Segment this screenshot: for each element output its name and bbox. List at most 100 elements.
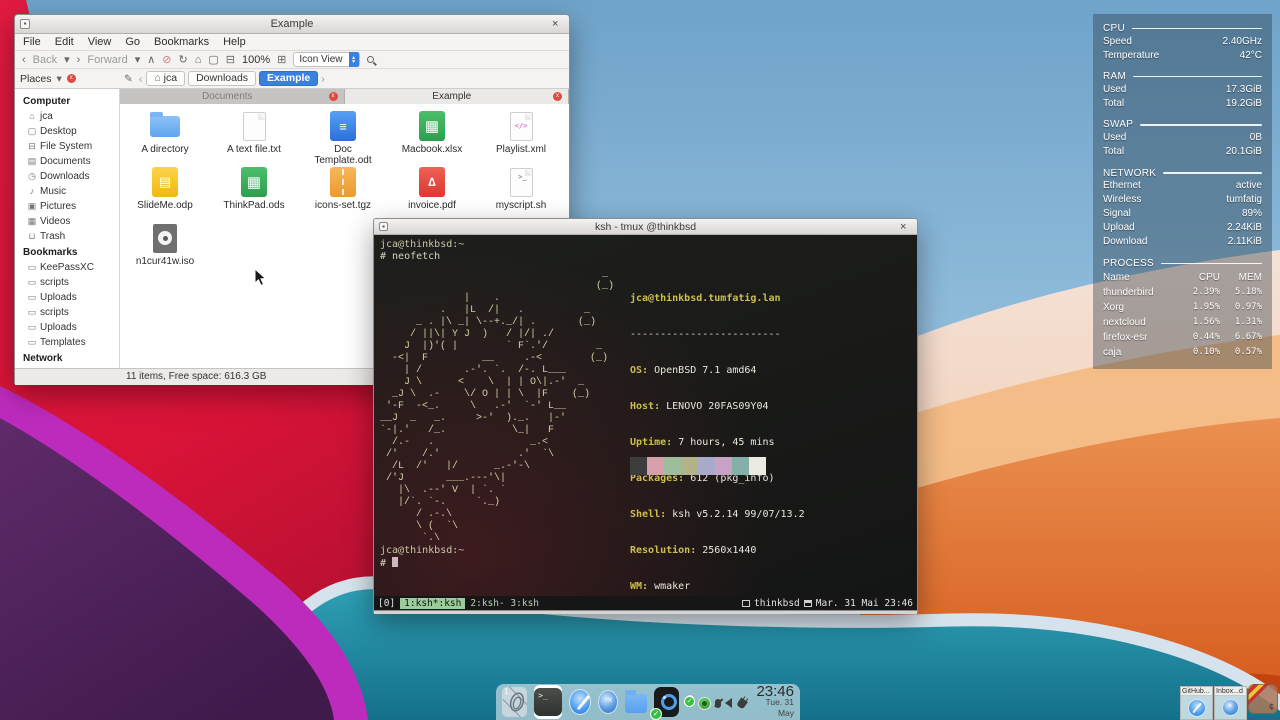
breadcrumb-example[interactable]: Example xyxy=(259,71,318,86)
zoom-in-button[interactable]: ⊞ xyxy=(277,53,286,66)
places-selector[interactable]: Places xyxy=(20,73,52,85)
minimized-window-inbox[interactable]: Inbox...d xyxy=(1214,686,1247,720)
tab-close-icon[interactable]: x xyxy=(553,92,562,101)
computer-button[interactable]: ▢ xyxy=(208,53,218,66)
monitor-row: Temperature42°C xyxy=(1103,50,1262,63)
terminal-shade-button[interactable]: ▪ xyxy=(379,222,388,231)
dock-terminal-active[interactable]: >_ xyxy=(534,685,562,719)
sidebar-header-computer: Computer xyxy=(23,95,119,108)
tab-documents[interactable]: Documents x xyxy=(120,89,345,104)
sidebar-item-music[interactable]: ♪Music xyxy=(21,184,119,199)
terminal-body[interactable]: jca@thinkbsd:~ # neofetch _ (_) | . . |L… xyxy=(374,235,917,596)
tmux-window-others[interactable]: 2:ksh- 3:ksh xyxy=(470,598,539,609)
tab-example[interactable]: Example x xyxy=(345,89,570,104)
odp-presentation-icon: ▤ xyxy=(152,167,178,197)
menu-file[interactable]: File xyxy=(23,36,41,48)
file-item[interactable]: A text file.txt xyxy=(211,110,297,166)
home-button[interactable]: ⌂ xyxy=(195,54,202,66)
sidebar-item-filesystem[interactable]: ⊟File System xyxy=(21,139,119,154)
folder-icon: ▭ xyxy=(27,320,37,335)
sidebar-item-keepassxc[interactable]: ▭KeePassXC xyxy=(21,260,119,275)
sidebar-item-downloads[interactable]: ◷Downloads xyxy=(21,169,119,184)
minimized-window-github[interactable]: GitHub... xyxy=(1180,686,1213,720)
sidebar-item-desktop[interactable]: ▢Desktop xyxy=(21,124,119,139)
pictures-icon: ▣ xyxy=(27,199,37,214)
file-item[interactable]: ≡Doc Template.odt xyxy=(300,110,386,166)
sidebar-item-templates[interactable]: ▭Templates xyxy=(21,335,119,350)
sidebar-item-jca[interactable]: ⌂jca xyxy=(21,109,119,124)
file-item[interactable]: icons-set.tgz xyxy=(300,166,386,222)
dock-clock[interactable]: 23:46 Tue. 31 May xyxy=(755,686,794,719)
terminal-window: ▪ ksh - tmux @thinkbsd × jca@thinkbsd:~ … xyxy=(373,218,918,613)
monitor-row: Wirelesstumfatig xyxy=(1103,194,1262,207)
forward-icon[interactable]: › xyxy=(77,54,81,66)
folder-icon: ▭ xyxy=(27,290,37,305)
file-item[interactable]: n1cur41w.iso xyxy=(122,222,208,278)
file-item[interactable]: ▦ThinkPad.ods xyxy=(211,166,297,222)
monitor-row: Upload2.24KiB xyxy=(1103,222,1262,235)
menu-view[interactable]: View xyxy=(88,36,112,48)
microphone-muted-icon[interactable] xyxy=(715,699,721,708)
terminal-resize-grip[interactable] xyxy=(374,610,917,614)
sidebar-item-trash[interactable]: ⊔Trash xyxy=(21,229,119,244)
sidebar-item-scripts-2[interactable]: ▭scripts xyxy=(21,305,119,320)
menu-bookmarks[interactable]: Bookmarks xyxy=(154,36,209,48)
forward-button[interactable]: Forward xyxy=(87,54,127,66)
refresh-button[interactable]: ↻ xyxy=(179,53,188,66)
openbsd-ascii-art: _ (_) | . . |L /| . _ _ . |\ _| \--+._/|… xyxy=(380,269,614,545)
fm-shade-button[interactable]: ▪ xyxy=(20,19,30,29)
menu-go[interactable]: Go xyxy=(125,36,140,48)
status-indicator-icon[interactable] xyxy=(698,697,711,710)
trash-icon: ⊔ xyxy=(27,229,37,244)
back-button[interactable]: Back xyxy=(33,54,57,66)
files-app-icon[interactable] xyxy=(625,694,647,713)
workspace-clip-icon[interactable]: 1 xyxy=(502,687,527,717)
breadcrumb-downloads[interactable]: Downloads xyxy=(188,71,256,86)
file-item[interactable]: >_myscript.sh xyxy=(478,166,564,222)
spinner-icon[interactable]: ▲▼ xyxy=(349,52,359,67)
camera-app-icon[interactable]: ✓ ... xyxy=(654,687,679,717)
back-icon[interactable]: ‹ xyxy=(22,54,26,66)
breadcrumb-home[interactable]: ⌂ jca xyxy=(146,71,185,86)
sidebar-item-videos[interactable]: ▦Videos xyxy=(21,214,119,229)
menu-help[interactable]: Help xyxy=(223,36,246,48)
speaker-icon[interactable] xyxy=(725,698,732,708)
sidebar-item-browse-network[interactable]: ⊛Browse Network xyxy=(21,366,119,368)
sidebar-item-uploads[interactable]: ▭Uploads xyxy=(21,290,119,305)
zoom-out-button[interactable]: ⊟ xyxy=(226,53,235,66)
browser-app-icon[interactable] xyxy=(569,689,591,715)
tmux-window-current[interactable]: 1:ksh*:ksh xyxy=(400,598,465,609)
file-item[interactable]: ▦Macbook.xlsx xyxy=(389,110,475,166)
sidebar-close-icon[interactable]: x xyxy=(67,74,76,83)
stop-button[interactable]: ⊘ xyxy=(162,53,171,66)
up-button[interactable]: ∧ xyxy=(147,53,155,66)
sidebar-item-uploads-2[interactable]: ▭Uploads xyxy=(21,320,119,335)
monitor-row: Total19.2GiB xyxy=(1103,98,1262,111)
file-item[interactable]: A directory xyxy=(122,110,208,166)
file-item[interactable]: ∆invoice.pdf xyxy=(389,166,475,222)
drive-icon: ⊟ xyxy=(27,139,37,154)
terminal-app-icon: >_ xyxy=(534,688,562,716)
forward-dropdown-icon[interactable]: ▾ xyxy=(135,53,141,66)
view-mode-select[interactable]: Icon View ▲▼ xyxy=(293,52,359,67)
fm-menubar: File Edit View Go Bookmarks Help xyxy=(15,34,569,51)
crumb-next-icon[interactable]: › xyxy=(321,73,325,85)
menu-edit[interactable]: Edit xyxy=(55,36,74,48)
terminal-titlebar[interactable]: ▪ ksh - tmux @thinkbsd × xyxy=(374,219,917,235)
edit-location-icon[interactable]: ✎ xyxy=(124,73,133,85)
sidebar-item-documents[interactable]: ▤Documents xyxy=(21,154,119,169)
mail-app-icon[interactable] xyxy=(598,690,618,714)
tab-close-icon[interactable]: x xyxy=(329,92,338,101)
back-dropdown-icon[interactable]: ▾ xyxy=(64,53,70,66)
zoom-level: 100% xyxy=(242,54,270,66)
sidebar-item-pictures[interactable]: ▣Pictures xyxy=(21,199,119,214)
sidebar-item-scripts[interactable]: ▭scripts xyxy=(21,275,119,290)
file-item[interactable]: ▤SlideMe.odp xyxy=(122,166,208,222)
crumb-prev-icon[interactable]: ‹ xyxy=(139,73,143,85)
fm-titlebar[interactable]: ▪ Example × xyxy=(15,15,569,34)
calendar-icon xyxy=(804,600,812,607)
wmaker-clip-icon[interactable]: ¢ xyxy=(1248,684,1278,714)
places-dropdown-icon[interactable]: ▾ xyxy=(57,73,62,85)
search-icon[interactable] xyxy=(367,56,374,63)
file-item[interactable]: </>Playlist.xml xyxy=(478,110,564,166)
